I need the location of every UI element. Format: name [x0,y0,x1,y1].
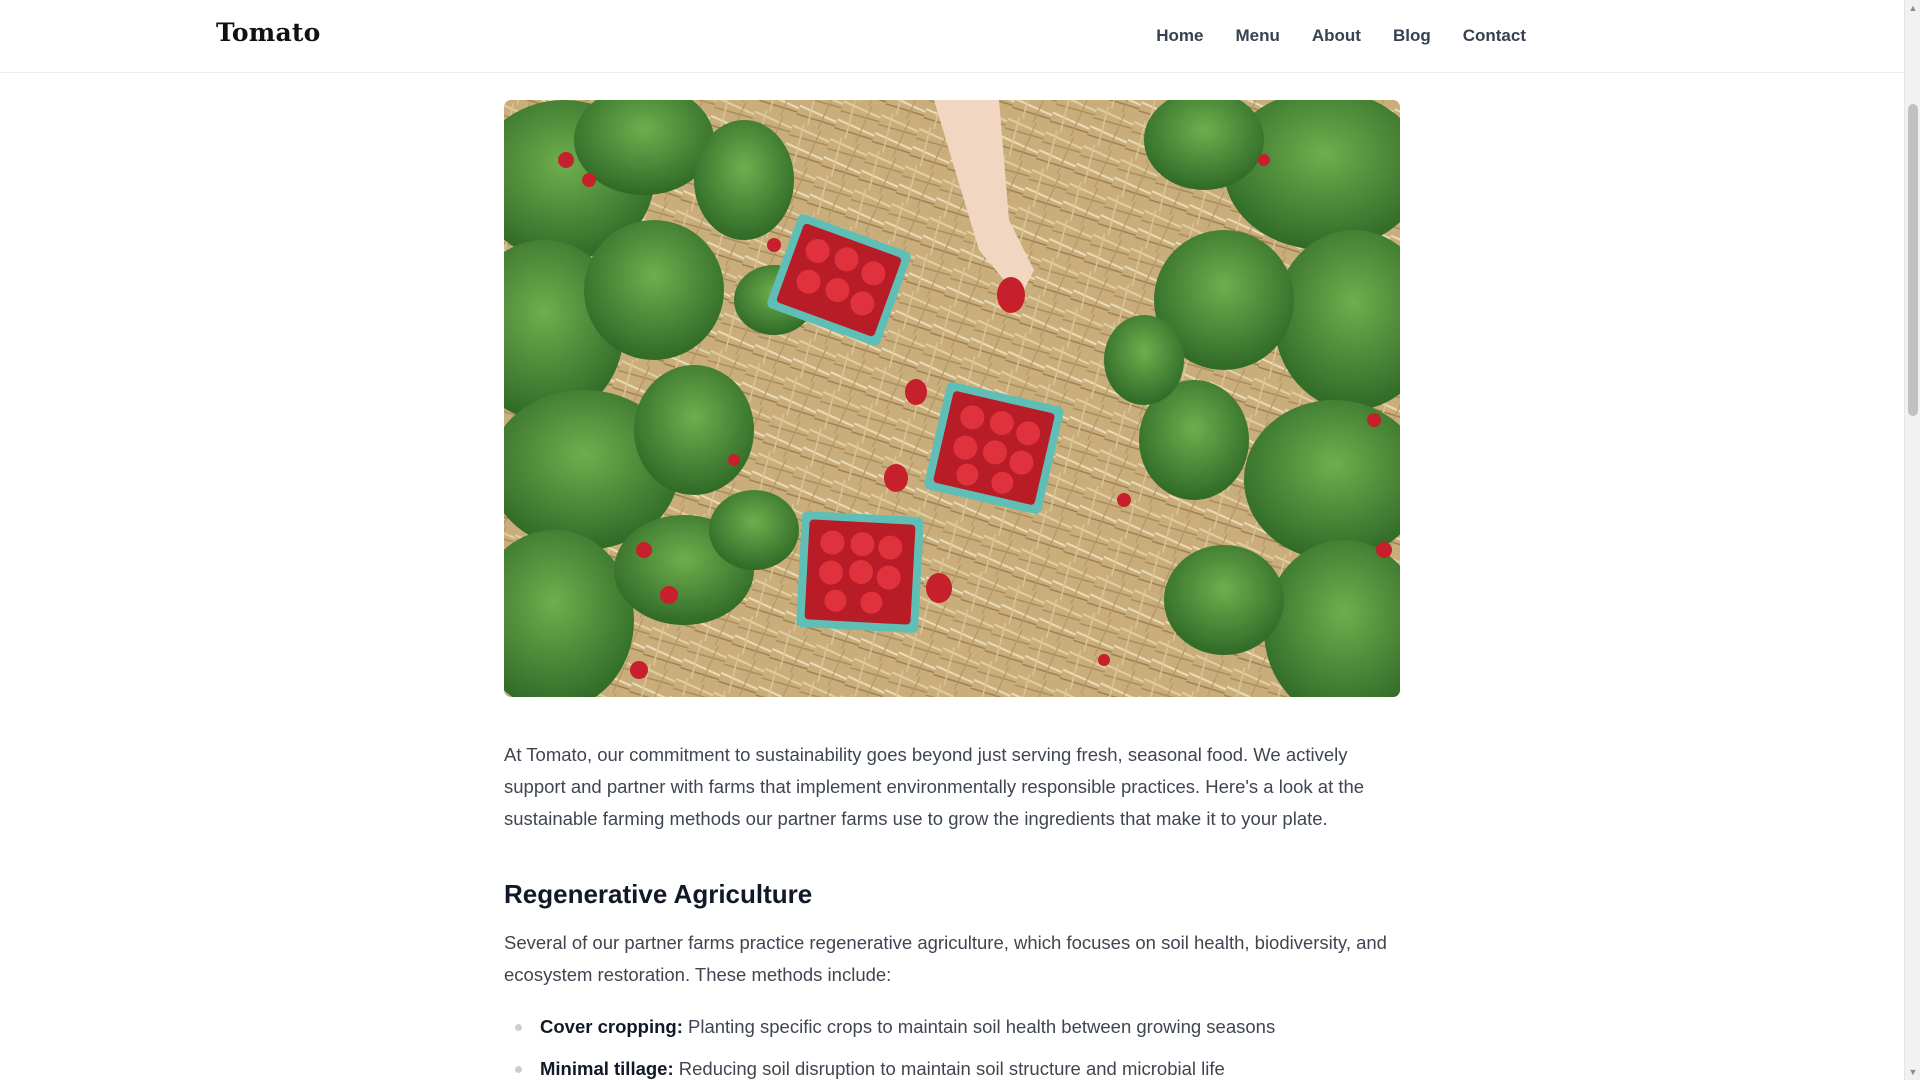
hero-image [504,100,1400,697]
scrollbar-thumb[interactable] [1908,104,1918,416]
section-heading-regenerative-agriculture: Regenerative Agriculture [504,879,813,909]
scroll-down-arrow-icon[interactable]: ▼ [1905,1064,1920,1080]
nav-link-about[interactable]: About [1312,26,1361,46]
methods-list: Cover cropping: Planting specific crops … [504,1011,1400,1080]
section-paragraph: Several of our partner farms practice re… [504,932,1387,985]
list-item: Minimal tillage: Reducing soil disruptio… [504,1053,1400,1080]
nav-link-blog[interactable]: Blog [1393,26,1431,46]
bullet-icon [515,1066,522,1073]
article-content: At Tomato, our commitment to sustainabil… [504,100,1400,1080]
vertical-scrollbar[interactable]: ▲ ▼ [1904,0,1920,1080]
main-nav: Home Menu About Blog Contact [1156,26,1526,46]
site-header: Tomato Home Menu About Blog Contact [0,0,1904,73]
site-logo[interactable]: Tomato [216,18,320,47]
nav-link-home[interactable]: Home [1156,26,1203,46]
list-item-term: Minimal tillage: [540,1058,674,1079]
strawberry-field-illustration [504,100,1400,697]
list-item-text: Reducing soil disruption to maintain soi… [673,1058,1225,1079]
intro-paragraph: At Tomato, our commitment to sustainabil… [504,744,1365,829]
nav-link-menu[interactable]: Menu [1235,26,1279,46]
nav-link-contact[interactable]: Contact [1463,26,1526,46]
list-item: Cover cropping: Planting specific crops … [504,1011,1400,1043]
list-item-term: Cover cropping: [540,1016,683,1037]
scroll-up-arrow-icon[interactable]: ▲ [1905,0,1920,16]
bullet-icon [515,1024,522,1031]
list-item-text: Planting specific crops to maintain soil… [682,1016,1276,1037]
